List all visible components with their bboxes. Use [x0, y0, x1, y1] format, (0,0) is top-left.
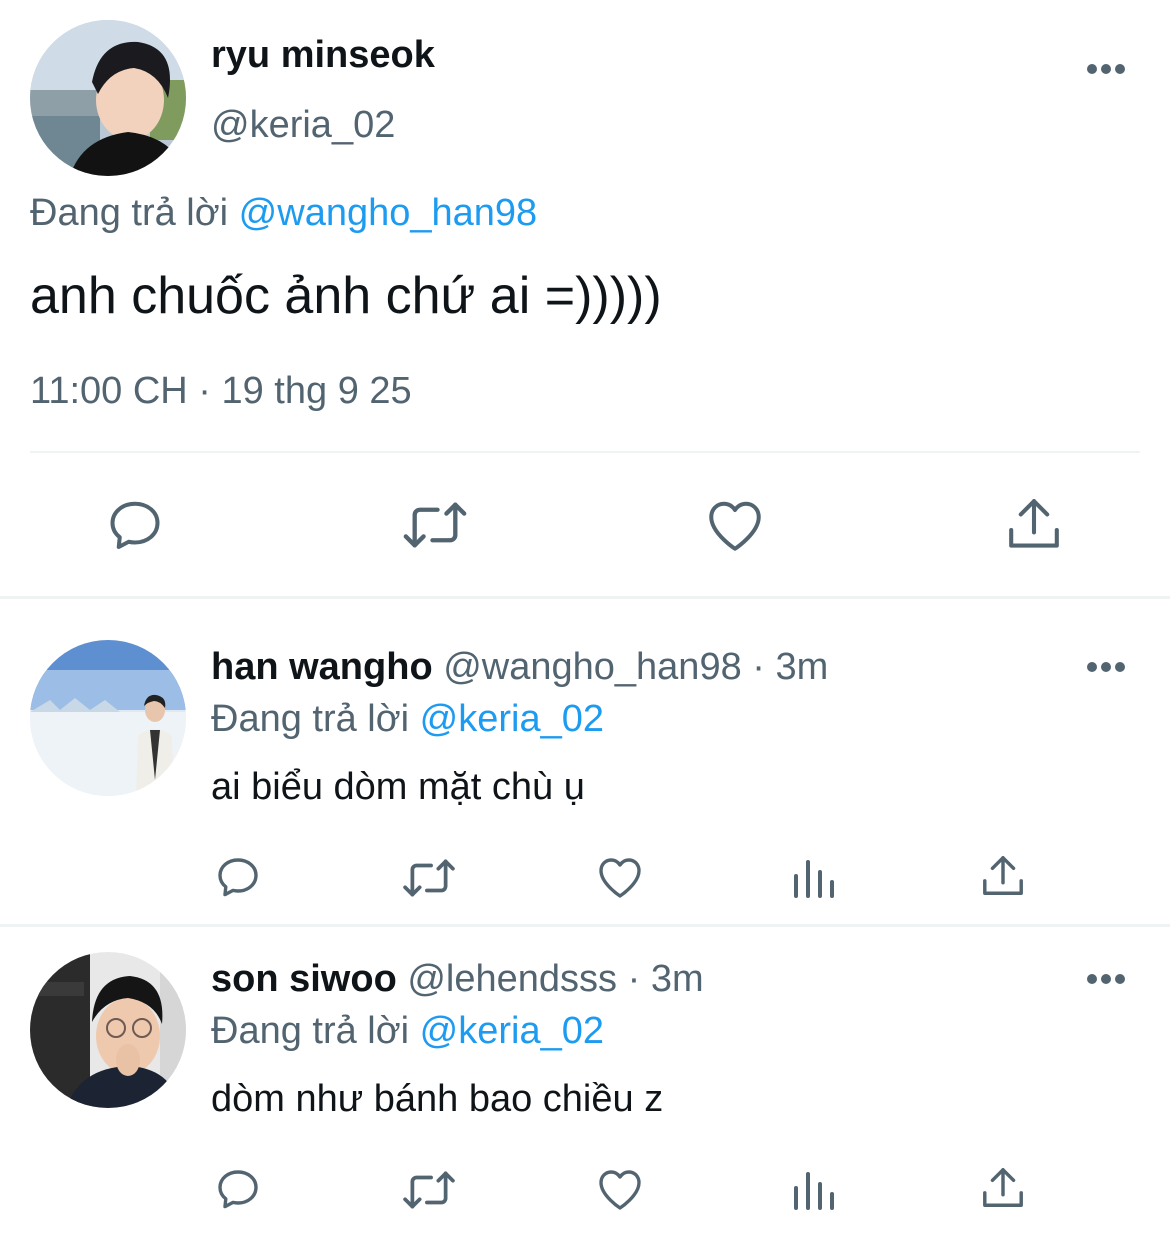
reply-prefix: Đang trả lời	[30, 192, 229, 234]
retweet-icon	[403, 502, 467, 548]
reply-text: ai biểu dòm mặt chù ụ	[211, 766, 585, 808]
reply-header: son siwoo @lehendsss · 3m	[211, 958, 704, 1001]
reply-avatar-image	[30, 640, 186, 796]
like-icon	[709, 501, 761, 551]
views-icon	[794, 860, 834, 898]
retweet-icon	[403, 859, 455, 897]
like-button[interactable]	[596, 1166, 644, 1212]
reply-icon	[218, 1170, 258, 1209]
reply-context: Đang trả lời @keria_02	[211, 1010, 604, 1053]
reply-prefix: Đang trả lời	[211, 1010, 410, 1052]
author-avatar-image	[30, 20, 186, 176]
reply-time[interactable]: · 3m	[752, 646, 828, 688]
share-button[interactable]	[980, 852, 1026, 900]
author-handle[interactable]: @keria_02	[211, 104, 395, 147]
tweet-timestamp[interactable]: 11:00 CH · 19 thg 9 25	[30, 370, 412, 413]
reply-to-link[interactable]: @keria_02	[420, 698, 604, 740]
share-icon	[1009, 499, 1059, 548]
reply-avatar-image	[30, 952, 186, 1108]
like-icon	[599, 858, 641, 898]
reply-button[interactable]	[214, 853, 262, 901]
author-display-name[interactable]: ryu minseok	[211, 34, 435, 77]
more-icon	[1087, 662, 1125, 672]
reply-to-link[interactable]: @keria_02	[420, 1010, 604, 1052]
views-icon	[794, 1172, 834, 1210]
reply-button[interactable]	[214, 1165, 262, 1213]
views-button[interactable]	[790, 856, 836, 900]
reply-display-name[interactable]: han wangho	[211, 646, 433, 688]
reply-context: Đang trả lời @wangho_han98	[30, 192, 537, 235]
share-icon	[983, 856, 1023, 895]
tweet-text: anh chuốc ảnh chứ ai =)))))	[30, 267, 662, 325]
divider	[30, 451, 1140, 453]
reply-time[interactable]: · 3m	[628, 958, 704, 1000]
reply-prefix: Đang trả lời	[211, 698, 410, 740]
section-divider	[0, 924, 1170, 927]
reply-avatar[interactable]	[30, 952, 186, 1108]
reply-handle[interactable]: @wangho_han98	[443, 646, 742, 688]
share-icon	[983, 1168, 1023, 1207]
reply-context: Đang trả lời @keria_02	[211, 698, 604, 741]
reply-handle[interactable]: @lehendsss	[407, 958, 617, 1000]
retweet-button[interactable]	[402, 1167, 456, 1213]
reply-display-name[interactable]: son siwoo	[211, 958, 397, 1000]
like-button[interactable]	[705, 496, 765, 554]
section-divider	[0, 596, 1170, 599]
like-button[interactable]	[596, 854, 644, 900]
more-options-button[interactable]	[1086, 63, 1126, 75]
retweet-button[interactable]	[402, 855, 456, 901]
like-icon	[599, 1170, 641, 1210]
share-button[interactable]	[1005, 494, 1063, 554]
more-icon	[1087, 64, 1125, 74]
retweet-icon	[403, 1171, 455, 1209]
reply-text: dòm như bánh bao chiều z	[211, 1078, 664, 1120]
author-avatar[interactable]	[30, 20, 186, 176]
more-options-button[interactable]	[1086, 661, 1126, 673]
share-button[interactable]	[980, 1164, 1026, 1212]
reply-button[interactable]	[105, 495, 165, 555]
reply-header: han wangho @wangho_han98 · 3m	[211, 646, 828, 689]
views-button[interactable]	[790, 1168, 836, 1212]
more-icon	[1087, 974, 1125, 984]
reply-icon	[218, 858, 258, 897]
reply-avatar[interactable]	[30, 640, 186, 796]
retweet-button[interactable]	[402, 497, 468, 553]
reply-icon	[110, 501, 160, 549]
more-options-button[interactable]	[1086, 973, 1126, 985]
reply-to-link[interactable]: @wangho_han98	[239, 192, 538, 234]
